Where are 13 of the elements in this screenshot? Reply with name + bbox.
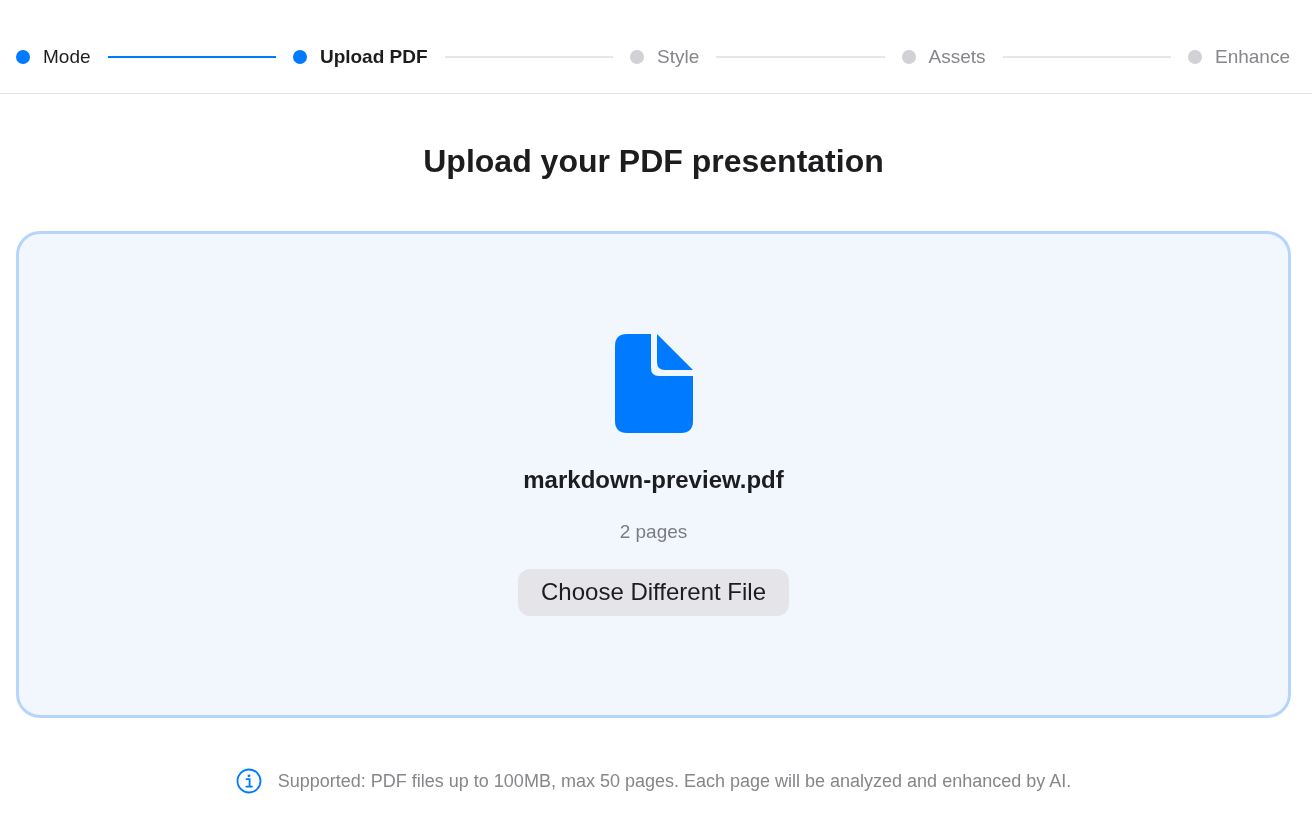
info-icon bbox=[235, 768, 262, 794]
step-label: Style bbox=[656, 45, 700, 69]
step-label: Assets bbox=[928, 45, 986, 69]
step-label: Enhance bbox=[1215, 45, 1290, 69]
step-label: Upload PDF bbox=[319, 45, 428, 69]
support-note: Supported: PDF files up to 100MB, max 50 pages. Each page will be analyzed and enhanced by AI. bbox=[277, 770, 1072, 793]
page-title: Upload your PDF presentation bbox=[423, 142, 884, 181]
file-drop-zone[interactable]: markdown-preview.pdf 2 pages Choose Different File bbox=[16, 231, 1291, 718]
step-label: Mode bbox=[43, 45, 91, 69]
document-icon bbox=[614, 333, 693, 433]
page-count: 2 pages bbox=[619, 519, 688, 544]
choose-file-button[interactable]: Choose Different File bbox=[518, 568, 789, 616]
file-name: markdown-preview.pdf bbox=[523, 464, 784, 495]
